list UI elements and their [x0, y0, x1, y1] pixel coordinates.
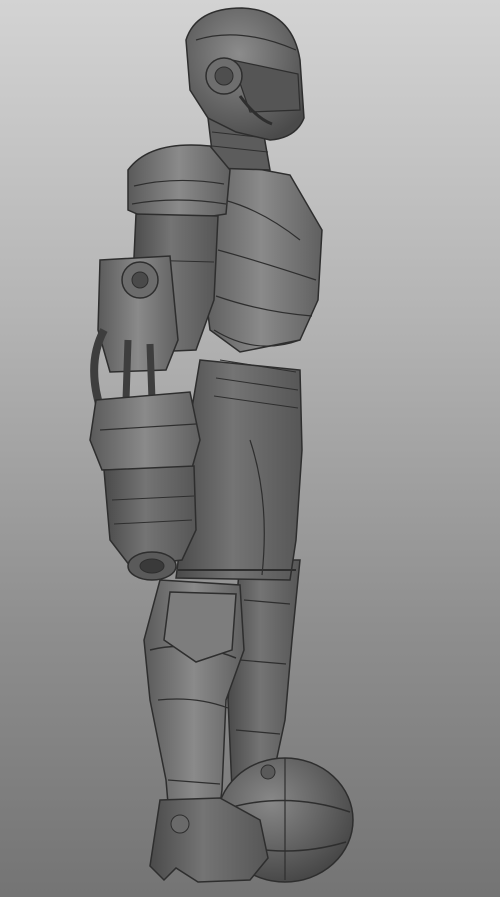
sculpt-viewport — [0, 0, 500, 897]
shoulder-pauldron — [127, 144, 231, 225]
armored-figure-render — [89, 7, 354, 883]
helmet — [185, 7, 305, 141]
